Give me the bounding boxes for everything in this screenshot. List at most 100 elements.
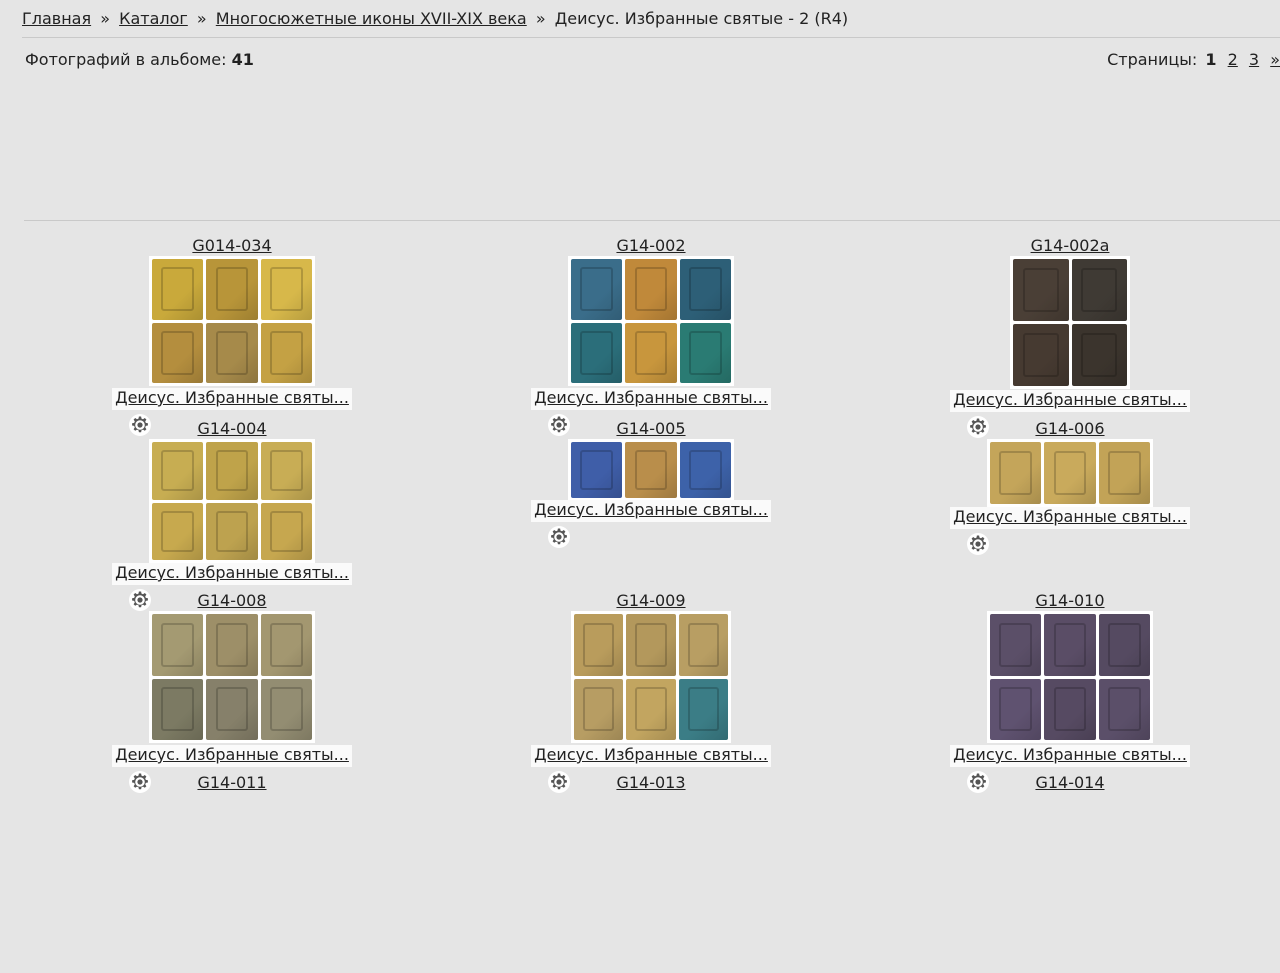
breadcrumb-catalog-link[interactable]: Каталог <box>119 9 188 28</box>
photo-count-value: 41 <box>231 50 254 69</box>
icon-panel <box>152 442 204 500</box>
icon-panel <box>679 442 731 498</box>
photo-thumbnail[interactable] <box>987 439 1153 507</box>
icon-panel <box>152 259 204 320</box>
icon-panel <box>626 614 676 676</box>
photo-title-link[interactable]: Деисус. Избранные святы... <box>112 388 352 410</box>
icon-panel <box>1098 614 1150 676</box>
photo-code-link[interactable]: G14-009 <box>531 591 771 610</box>
icon-panel <box>152 614 204 676</box>
photo-code-link[interactable]: G14-005 <box>531 419 771 438</box>
breadcrumb-separator: » <box>196 9 207 28</box>
divider <box>24 220 1280 221</box>
photo-thumbnail[interactable] <box>568 439 734 501</box>
pagination-label: Страницы: <box>1107 50 1198 69</box>
icon-panel <box>206 614 258 676</box>
icon-panel <box>678 614 728 676</box>
icon-panel <box>152 502 204 560</box>
photo-thumbnail[interactable] <box>568 256 734 386</box>
icon-panel <box>571 442 623 498</box>
pagination-page-2[interactable]: 2 <box>1228 50 1238 69</box>
photo-card: G14-008 Деисус. Избранные святы... <box>112 591 352 793</box>
photo-title-link[interactable]: Деисус. Избранные святы... <box>531 745 771 767</box>
icon-panel <box>1013 259 1069 321</box>
icon-panel <box>1098 678 1150 740</box>
gear-icon[interactable] <box>547 525 571 549</box>
photo-card: G14-004 Деисус. Избранные святы... <box>112 419 352 619</box>
icon-panel <box>1044 678 1096 740</box>
photo-code-link[interactable]: G14-006 <box>950 419 1190 438</box>
pagination-next[interactable]: » <box>1270 50 1280 69</box>
icon-panel <box>990 442 1042 504</box>
photo-card: G14-005 Деисус. Избранные святы... <box>531 419 771 619</box>
photo-code-link[interactable]: G14-008 <box>112 591 352 610</box>
photo-title-link[interactable]: Деисус. Избранные святы... <box>112 745 352 767</box>
photo-code-link[interactable]: G14-010 <box>950 591 1190 610</box>
icon-panel <box>625 442 677 498</box>
icon-panel <box>260 442 312 500</box>
breadcrumb-separator: » <box>535 9 546 28</box>
icon-panel <box>990 678 1042 740</box>
photo-code-link[interactable]: G14-011 <box>112 773 352 792</box>
icon-panel <box>1044 614 1096 676</box>
gear-icon[interactable] <box>966 532 990 556</box>
icon-panel <box>1071 259 1127 321</box>
photo-count-label: Фотографий в альбоме: <box>25 50 227 69</box>
photo-thumbnail[interactable] <box>149 611 315 743</box>
breadcrumb-section-link[interactable]: Многосюжетные иконы XVII-XIX века <box>216 9 527 28</box>
icon-panel <box>260 502 312 560</box>
icon-panel <box>571 322 623 383</box>
photo-title-link[interactable]: Деисус. Избранные святы... <box>112 563 352 585</box>
photo-card: G14-002 Деисус. Избранные святы... <box>531 236 771 436</box>
photo-title-link[interactable]: Деисус. Избранные святы... <box>950 390 1190 412</box>
icon-panel <box>679 259 731 320</box>
photo-title-link[interactable]: Деисус. Избранные святы... <box>950 745 1190 767</box>
pagination-page-3[interactable]: 3 <box>1249 50 1259 69</box>
icon-panel <box>152 678 204 740</box>
photo-code-link[interactable]: G14-004 <box>112 419 352 438</box>
photo-code-link[interactable]: G14-014 <box>950 773 1190 792</box>
pagination-current-page: 1 <box>1205 50 1217 69</box>
photo-card: G14-011 <box>112 773 352 973</box>
breadcrumb-separator: » <box>100 9 110 28</box>
breadcrumb-home-link[interactable]: Главная <box>22 9 91 28</box>
photo-thumbnail[interactable] <box>987 611 1153 743</box>
icon-panel <box>206 259 258 320</box>
divider <box>22 37 1280 38</box>
icon-panel <box>571 259 623 320</box>
photo-title-link[interactable]: Деисус. Избранные святы... <box>950 507 1190 529</box>
icon-panel <box>574 614 624 676</box>
photo-thumbnail[interactable] <box>149 439 315 563</box>
icon-panel <box>260 322 312 383</box>
photo-card: G14-009 Деисус. Избранные святы... <box>531 591 771 793</box>
photo-count: Фотографий в альбоме: 41 <box>25 50 254 69</box>
photo-card: G14-014 <box>950 773 1190 973</box>
photo-title-link[interactable]: Деисус. Избранные святы... <box>531 500 771 522</box>
icon-panel <box>1071 324 1127 386</box>
icon-panel <box>574 678 624 740</box>
icon-panel <box>625 259 677 320</box>
icon-panel <box>990 614 1042 676</box>
icon-panel <box>678 678 728 740</box>
photo-code-link[interactable]: G14-002 <box>531 236 771 255</box>
photo-thumbnail[interactable] <box>149 256 315 386</box>
photo-code-link[interactable]: G14-002a <box>950 236 1190 255</box>
icon-panel <box>206 502 258 560</box>
photo-card: G014-034 Деисус. Избранные святы... <box>112 236 352 436</box>
photo-thumbnail[interactable] <box>571 611 731 743</box>
icon-panel <box>625 322 677 383</box>
icon-panel <box>1013 324 1069 386</box>
photo-title-link[interactable]: Деисус. Избранные святы... <box>531 388 771 410</box>
icon-panel <box>1098 442 1150 504</box>
icon-panel <box>260 614 312 676</box>
photo-thumbnail[interactable] <box>1010 256 1130 389</box>
icon-panel <box>260 678 312 740</box>
photo-code-link[interactable]: G14-013 <box>531 773 771 792</box>
photo-code-link[interactable]: G014-034 <box>112 236 352 255</box>
icon-panel <box>679 322 731 383</box>
icon-panel <box>260 259 312 320</box>
icon-panel <box>206 678 258 740</box>
photo-card: G14-006 Деисус. Избранные святы... <box>950 419 1190 619</box>
photo-card: G14-010 Деисус. Избранные святы... <box>950 591 1190 793</box>
icon-panel <box>206 322 258 383</box>
